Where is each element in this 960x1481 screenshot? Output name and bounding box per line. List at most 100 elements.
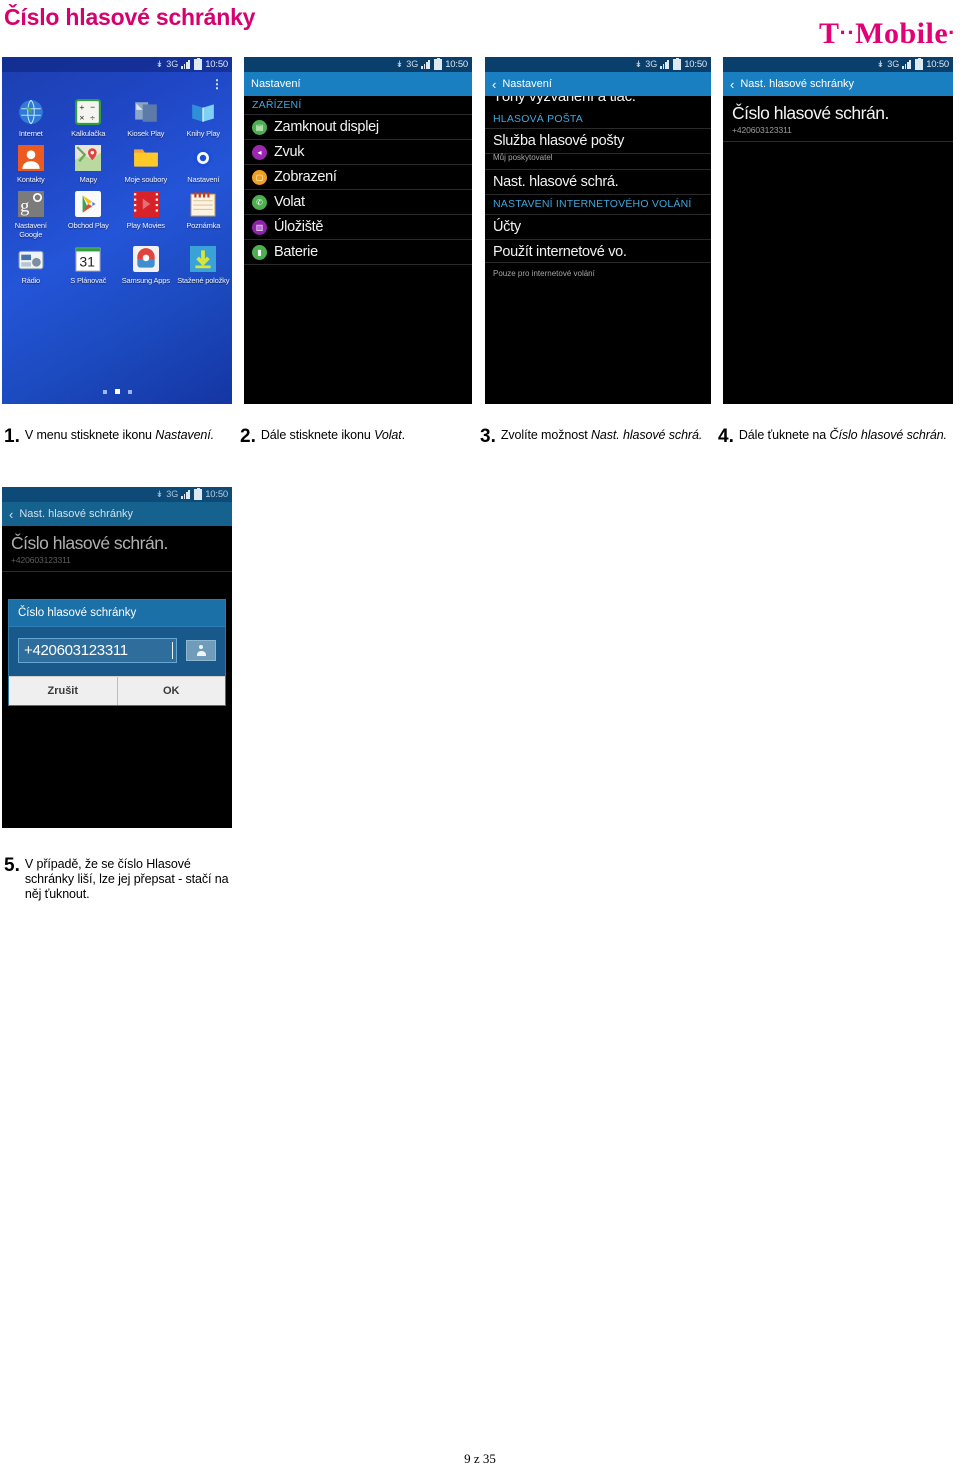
list-item-label: Číslo hlasové schrán. [11,533,168,553]
status-bar: ↡ 3G 10:50 [244,57,472,72]
settings-row--lo-i-t-[interactable]: ▥ Úložiště [244,215,472,240]
step-text: Dále ťuknete na Číslo hlasové schrán. [739,428,947,443]
settings-row-zvuk[interactable]: ◂ Zvuk [244,140,472,165]
app-icon-samsung-apps[interactable]: Samsung Apps [117,244,175,285]
step-number: 3. [480,426,496,447]
step-caption-1: 1. V menu stisknete ikonu Nastavení. [4,427,229,446]
svg-text:g: g [20,196,29,216]
step-text: Dále stisknete ikonu Volat. [261,428,405,443]
app-icon-moje-soubory[interactable]: Moje soubory [117,143,175,184]
signal-bars-icon [421,60,431,69]
battery-icon [194,58,203,70]
list-item-use-internet-calling[interactable]: Použít internetové vo. [485,240,711,263]
signal-bars-icon [181,490,191,499]
storage-icon: ▥ [252,219,267,235]
app-label: Kiosek Play [127,129,165,138]
app-icon-sta-en-polo-ky[interactable]: Stažené položky [175,244,233,285]
chevron-left-icon[interactable]: ‹ [9,508,13,521]
step-text-emphasis: Číslo hlasové schrán. [829,428,948,442]
settings-row-label: Zamknout displej [274,119,379,135]
radio-icon [16,244,46,274]
list-item-subtitle: Můj poskytovatel [493,153,553,162]
app-label: Rádio [21,276,41,285]
step-text-plain: V případě, že se číslo Hlasové schránky … [24,857,229,901]
app-icon-pozn-mka[interactable]: Poznámka [175,189,233,239]
step-text-plain: V menu stisknete ikonu [24,428,156,442]
list-item-accounts[interactable]: Účty [485,215,711,240]
document-header: Číslo hlasové schránky T··Mobile· [0,0,960,57]
app-label: Obchod Play [67,221,109,230]
cancel-button[interactable]: Zrušit [9,677,118,705]
app-label: Kalkulačka [71,129,106,138]
app-icon-mapy[interactable]: Mapy [60,143,118,184]
memo-icon [188,189,218,219]
chevron-left-icon[interactable]: ‹ [730,78,734,91]
step-caption-4: 4. Dále ťuknete na Číslo hlasové schrán. [718,427,948,446]
svg-text:×: × [80,113,85,123]
step-text: V menu stisknete ikonu Nastavení. [25,428,214,443]
screenshot-voicemail-number-dialog: ↡ 3G 10:50 ‹ Nast. hlasové schránky Čísl… [2,487,232,828]
app-icon-nastaven-[interactable]: Nastavení [175,143,233,184]
step-caption-3: 3. Zvolíte možnost Nast. hlasové schrá. [480,426,705,447]
section-header-voicemail: HLASOVÁ POŠTA [485,110,711,129]
action-bar: ‹ Nast. hlasové schránky [2,502,232,526]
step-text-emphasis: Volat [374,428,402,442]
app-label: Internet [18,129,43,138]
list-item-voicemail-settings[interactable]: Nast. hlasové schrá. [485,170,711,195]
app-icon-obchod-play[interactable]: Obchod Play [60,189,118,239]
action-bar-title: Nast. hlasové schránky [740,78,855,90]
settings-row-volat[interactable]: ✆ Volat [244,190,472,215]
app-icon-kalkula-ka[interactable]: + − × ÷ Kalkulačka [60,97,118,138]
nfc-icon: ↡ [155,489,164,499]
app-icon-nastaven-google[interactable]: g Nastavení Google [2,189,60,239]
screenshot-call-settings: ↡ 3G 10:50 ‹ Nastavení Tóny vyzvánění a … [485,57,711,404]
voicemail-number-input[interactable]: +420603123311 [18,638,177,663]
app-label: Nastavení [187,175,220,184]
data-3g-label: 3G [406,59,419,69]
list-item-ringtones-clipped[interactable]: Tóny vyzvánění a tlač. [485,96,711,110]
chevron-left-icon[interactable]: ‹ [492,78,496,91]
data-3g-label: 3G [166,489,179,499]
app-label: Poznámka [186,221,221,230]
ok-button[interactable]: OK [117,677,225,705]
status-bar-time: 10:50 [684,59,707,70]
app-label: Kontakty [16,175,45,184]
voicemail-number-dialog: Číslo hlasové schránky +420603123311 Zru… [8,599,226,706]
list-item-voicemail-number[interactable]: Číslo hlasové schrán. +420603123311 [2,526,232,572]
page-indicator-dots [2,381,232,399]
screenshot-home-screen: ↡ 3G 10:50 ⋮ Internet + − × ÷ Kalkulačka Kiose… [2,57,232,404]
settings-row-baterie[interactable]: ▮ Baterie [244,240,472,265]
step-text-emphasis: Nastavení. [155,428,215,442]
app-label: Samsung Apps [121,276,170,285]
svg-text:31: 31 [80,254,96,270]
logo-letter-t: T [819,17,840,50]
app-icon-internet[interactable]: Internet [2,97,60,138]
action-bar-title: Nast. hlasové schránky [19,508,134,520]
battery-icon [194,488,203,500]
gear-icon [188,143,218,173]
action-bar-title: Nastavení [251,78,301,90]
app-label: Nastavení Google [14,221,47,239]
page-footer: 9 z 35 [464,1451,496,1466]
app-icon-s-pl-nova-[interactable]: 31 S Plánovač [60,244,118,285]
settings-row-zamknout-displej[interactable]: ▤ Zamknout displej [244,115,472,140]
app-icon-r-dio[interactable]: Rádio [2,244,60,285]
list-item-value: +420603123311 [732,125,792,135]
play-movies-icon [131,189,161,219]
app-icon-kiosek-play[interactable]: Kiosek Play [117,97,175,138]
data-3g-label: 3G [645,59,658,69]
app-icon-play-movies[interactable]: Play Movies [117,189,175,239]
lockscreen-icon: ▤ [252,119,267,135]
app-icon-knihy-play[interactable]: Knihy Play [175,97,233,138]
overflow-menu-icon[interactable]: ⋮ [211,78,223,90]
battery-icon [434,58,443,70]
step-text: V případě, že se číslo Hlasové schránky … [25,857,229,902]
contact-picker-icon[interactable] [186,640,216,661]
contacts-icon [16,143,46,173]
app-icon-kontakty[interactable]: Kontakty [2,143,60,184]
settings-row-label: Zvuk [274,144,305,160]
data-3g-label: 3G [166,59,179,69]
settings-row-zobrazen-[interactable]: ▢ Zobrazení [244,165,472,190]
page-dot [127,390,132,394]
list-item-voicemail-number[interactable]: Číslo hlasové schrán. +420603123311 [723,96,953,142]
